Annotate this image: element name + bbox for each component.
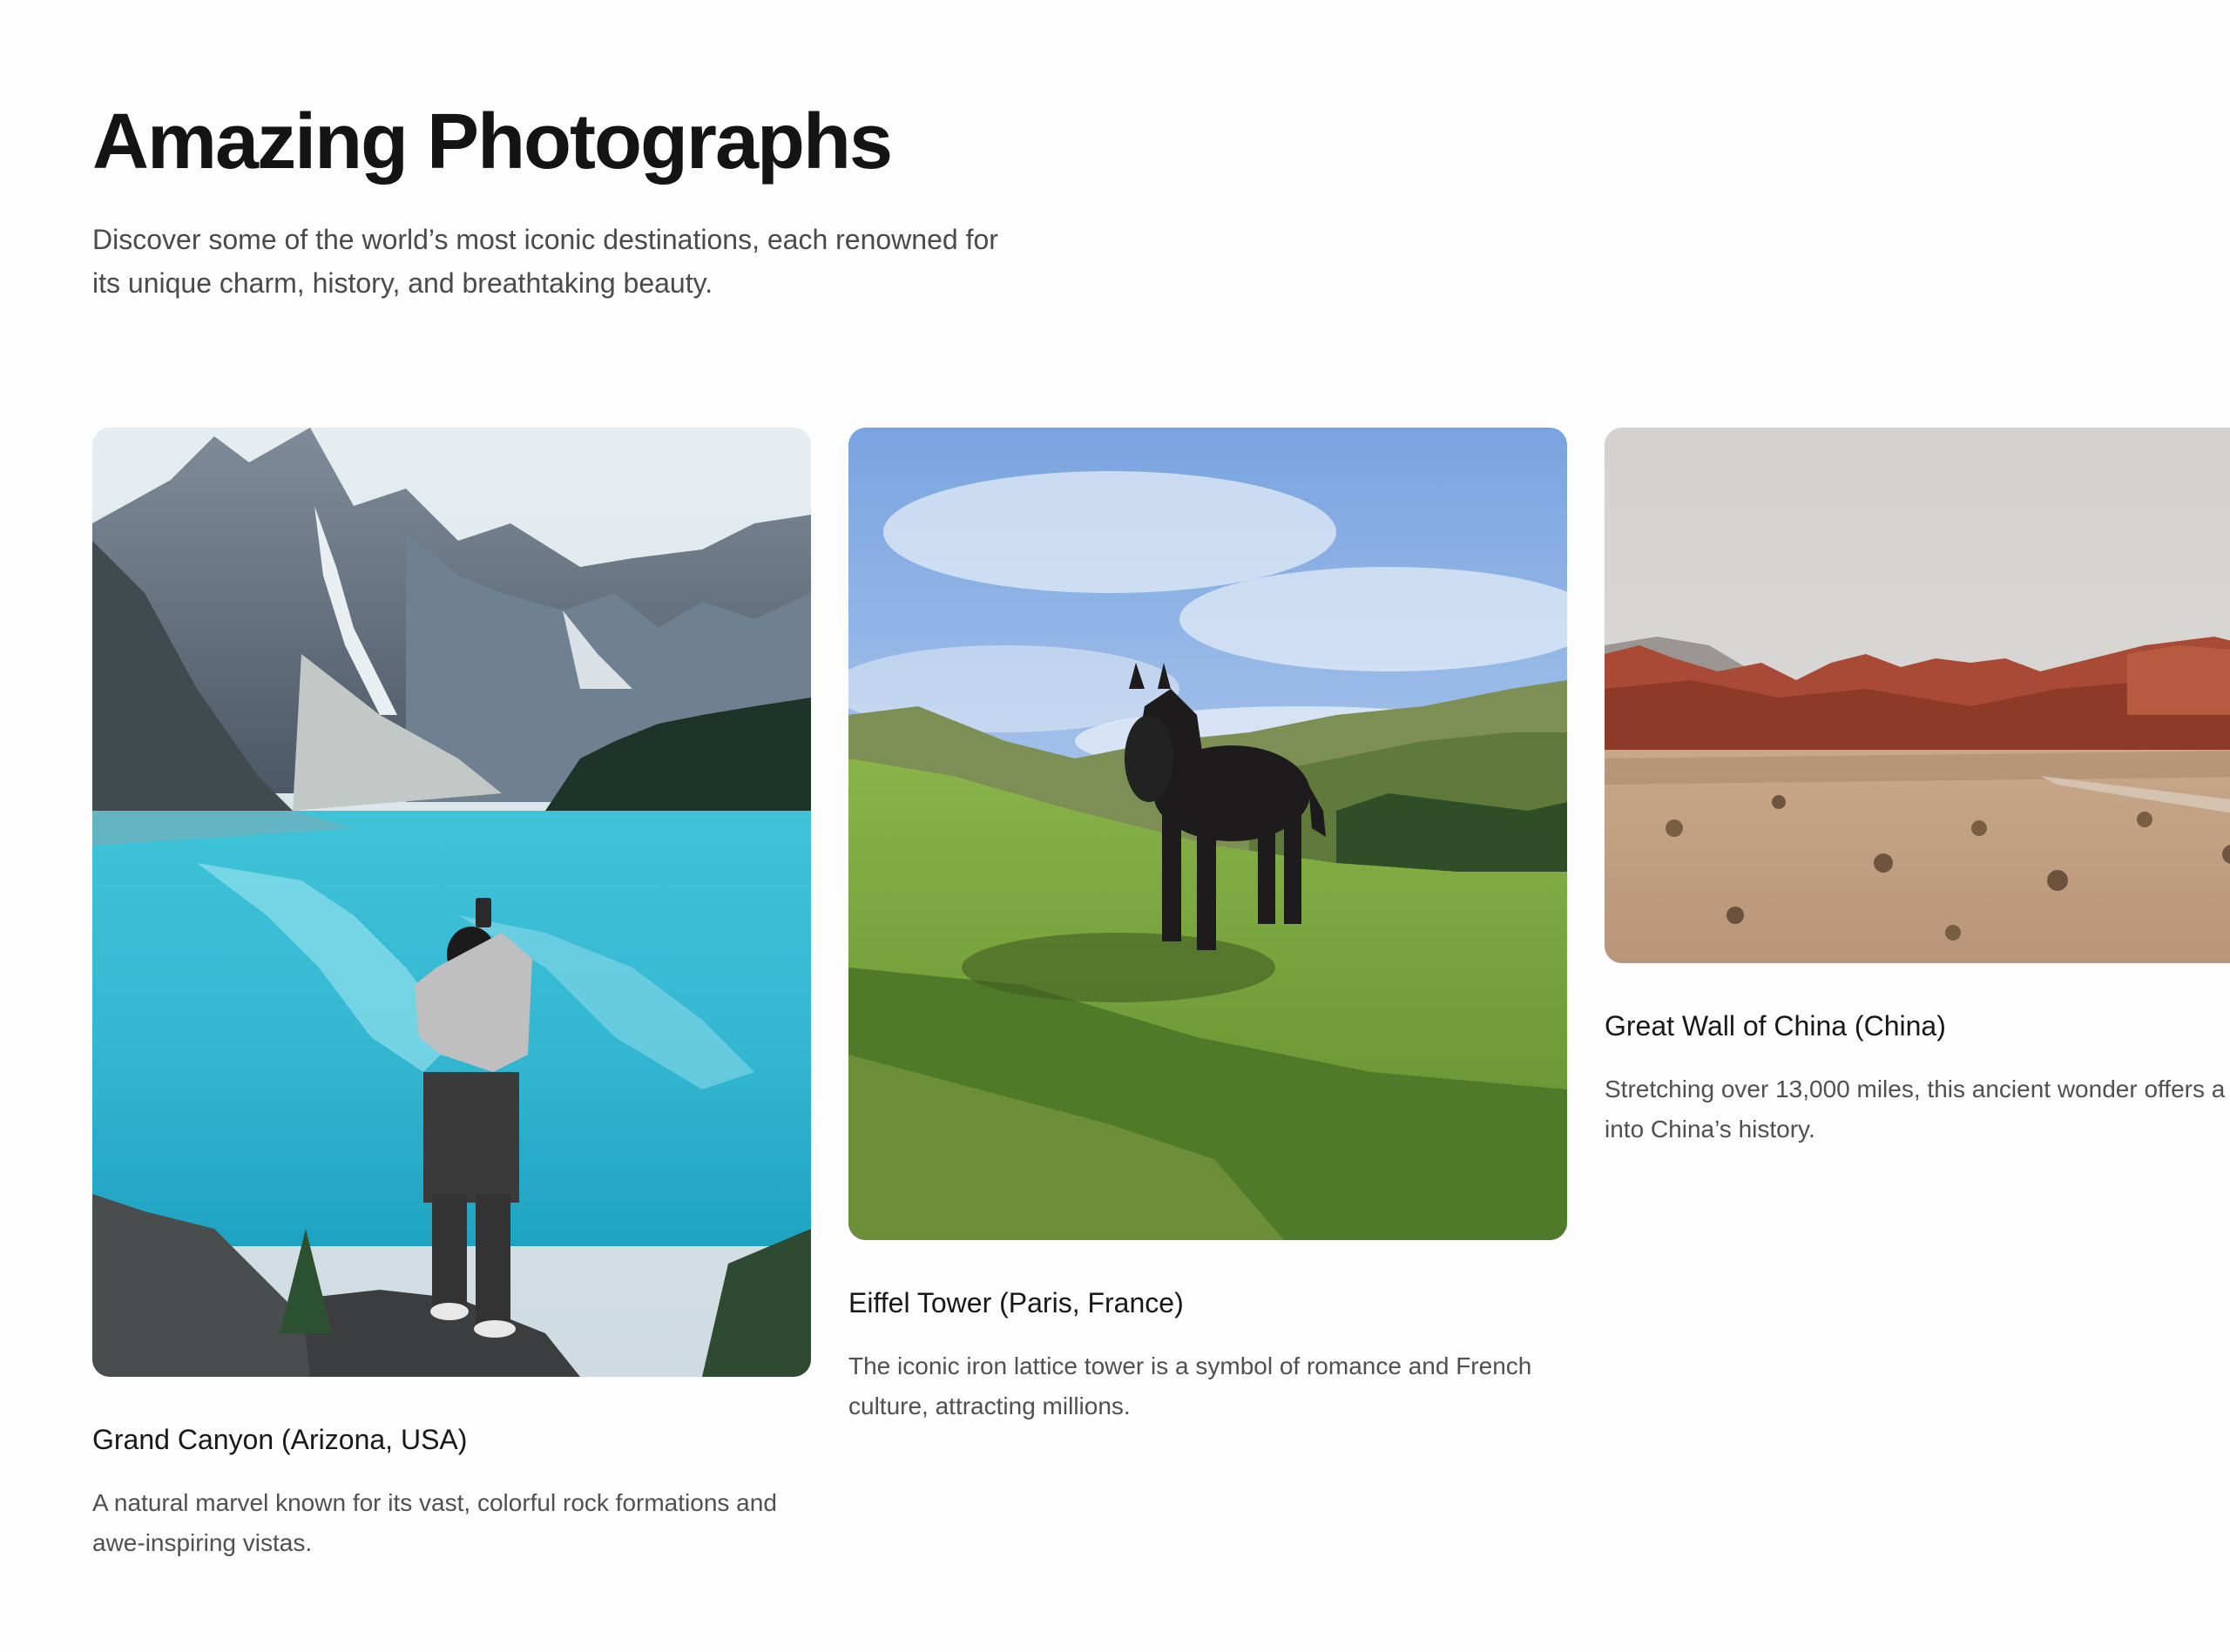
card-description: Stretching over 13,000 miles, this ancie… (1605, 1075, 2230, 1143)
page-title: Amazing Photographs (92, 98, 893, 185)
photo-card[interactable]: Great Wall of China (China) Stretching o… (1605, 428, 2230, 1150)
mountain-lake-photo[interactable] (92, 428, 811, 1377)
page-subtitle: Discover some of the world’s most iconic… (92, 224, 998, 299)
red-rock-desert-photo[interactable] (1605, 428, 2230, 963)
page: Amazing Photographs Discover some of the… (0, 0, 2230, 1652)
photo-card[interactable]: Grand Canyon (Arizona, USA) A natural ma… (92, 428, 811, 1563)
horse-meadow-photo[interactable] (848, 428, 1567, 1240)
card-description: A natural marvel known for its vast, col… (92, 1489, 777, 1556)
card-title[interactable]: Eiffel Tower (Paris, France) (848, 1285, 1567, 1320)
page-header: Amazing Photographs Discover some of the… (92, 94, 1138, 305)
card-description: The iconic iron lattice tower is a symbo… (848, 1352, 1532, 1419)
card-title[interactable]: Great Wall of China (China) (1605, 1008, 2230, 1043)
card-title[interactable]: Grand Canyon (Arizona, USA) (92, 1422, 811, 1457)
photo-gallery[interactable]: Grand Canyon (Arizona, USA) A natural ma… (92, 428, 2230, 1652)
photo-card[interactable]: Eiffel Tower (Paris, France) The iconic … (848, 428, 1567, 1426)
